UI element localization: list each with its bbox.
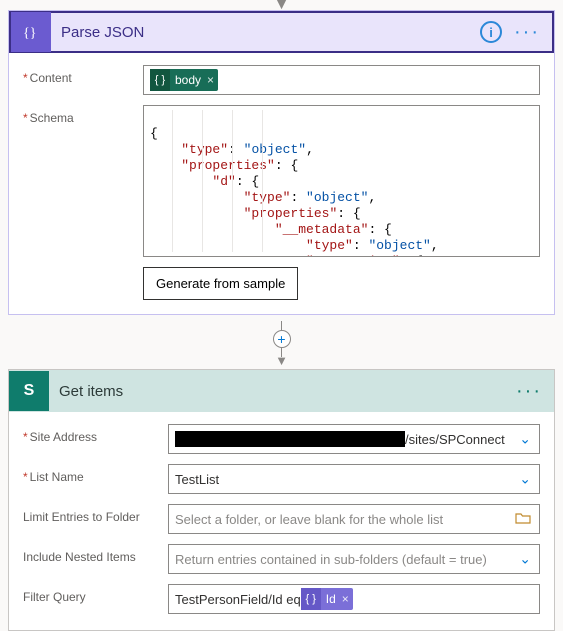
include-nested-label: Include Nested Items xyxy=(23,544,168,564)
code-text: "object" xyxy=(306,190,368,205)
get-items-card: S Get items ··· Site Address /sites/SPCo… xyxy=(8,369,555,631)
site-address-row: Site Address /sites/SPConnect ⌄ xyxy=(23,424,540,454)
nested-placeholder: Return entries contained in sub-folders … xyxy=(175,552,487,567)
body-token-label: body xyxy=(175,73,201,87)
code-text: { xyxy=(150,126,158,141)
svg-text:{}: {} xyxy=(23,26,36,41)
code-text: "properties" xyxy=(181,158,275,173)
code-text: "__metadata" xyxy=(275,222,369,237)
filter-query-row: Filter Query TestPersonField/Id eq { } I… xyxy=(23,584,540,614)
code-text: "properties" xyxy=(306,254,400,257)
schema-row: Schema { "type": "object", "properties":… xyxy=(23,105,540,257)
parse-json-title: Parse JSON xyxy=(61,24,480,41)
add-step-button[interactable]: + xyxy=(273,330,291,348)
schema-label: Schema xyxy=(23,105,143,125)
code-text: "properties" xyxy=(244,206,338,221)
filter-query-label: Filter Query xyxy=(23,584,168,604)
get-items-body: Site Address /sites/SPConnect ⌄ List Nam… xyxy=(9,412,554,630)
chevron-down-icon[interactable]: ⌄ xyxy=(519,551,531,568)
more-menu-icon[interactable]: ··· xyxy=(512,380,546,403)
redacted-text xyxy=(175,431,405,447)
list-name-value: TestList xyxy=(175,472,219,487)
chevron-down-icon[interactable]: ⌄ xyxy=(519,471,531,488)
close-icon[interactable]: × xyxy=(207,73,214,87)
folder-icon[interactable] xyxy=(515,511,531,527)
generate-from-sample-button[interactable]: Generate from sample xyxy=(143,267,298,300)
schema-textarea[interactable]: { "type": "object", "properties": { "d":… xyxy=(143,105,540,257)
id-token-label: Id xyxy=(326,592,336,606)
code-text: "type" xyxy=(306,238,353,253)
site-address-input[interactable]: /sites/SPConnect ⌄ xyxy=(168,424,540,454)
flow-connector: + ▼ xyxy=(0,319,563,365)
limit-folder-input[interactable]: Select a folder, or leave blank for the … xyxy=(168,504,540,534)
chevron-down-icon[interactable]: ⌄ xyxy=(519,431,531,448)
token-brace-icon: { } xyxy=(150,69,170,91)
json-icon: {} xyxy=(11,12,51,52)
code-text: "object" xyxy=(244,142,306,157)
code-text: "type" xyxy=(181,142,228,157)
code-text: "object" xyxy=(368,238,430,253)
info-icon[interactable]: i xyxy=(480,21,502,43)
content-label: Content xyxy=(23,65,143,85)
list-name-label: List Name xyxy=(23,464,168,484)
flow-arrow-top: ▼ xyxy=(0,0,563,10)
more-menu-icon[interactable]: ··· xyxy=(510,21,544,44)
filter-prefix-text: TestPersonField/Id eq xyxy=(175,592,301,607)
include-nested-row: Include Nested Items Return entries cont… xyxy=(23,544,540,574)
list-name-row: List Name TestList ⌄ xyxy=(23,464,540,494)
parse-json-body: Content { } body × Schema { "type": "obj… xyxy=(9,53,554,314)
site-address-suffix: /sites/SPConnect xyxy=(405,432,505,447)
filter-query-input[interactable]: TestPersonField/Id eq { } Id × xyxy=(168,584,540,614)
sharepoint-icon: S xyxy=(9,371,49,411)
parse-json-card: {} Parse JSON i ··· Content { } body × S… xyxy=(8,10,555,315)
get-items-header[interactable]: S Get items ··· xyxy=(9,370,554,412)
include-nested-input[interactable]: Return entries contained in sub-folders … xyxy=(168,544,540,574)
parse-json-header[interactable]: {} Parse JSON i ··· xyxy=(9,11,554,53)
limit-folder-row: Limit Entries to Folder Select a folder,… xyxy=(23,504,540,534)
code-text: "type" xyxy=(244,190,291,205)
token-brace-icon: { } xyxy=(301,588,321,610)
site-address-label: Site Address xyxy=(23,424,168,444)
flow-arrow-icon: ▼ xyxy=(0,357,563,365)
list-name-input[interactable]: TestList ⌄ xyxy=(168,464,540,494)
get-items-title: Get items xyxy=(59,383,512,400)
body-token[interactable]: { } body × xyxy=(150,69,218,91)
id-token[interactable]: { } Id × xyxy=(301,588,353,610)
limit-folder-label: Limit Entries to Folder xyxy=(23,504,168,524)
content-row: Content { } body × xyxy=(23,65,540,95)
content-input[interactable]: { } body × xyxy=(143,65,540,95)
close-icon[interactable]: × xyxy=(342,592,349,606)
limit-placeholder: Select a folder, or leave blank for the … xyxy=(175,512,443,527)
